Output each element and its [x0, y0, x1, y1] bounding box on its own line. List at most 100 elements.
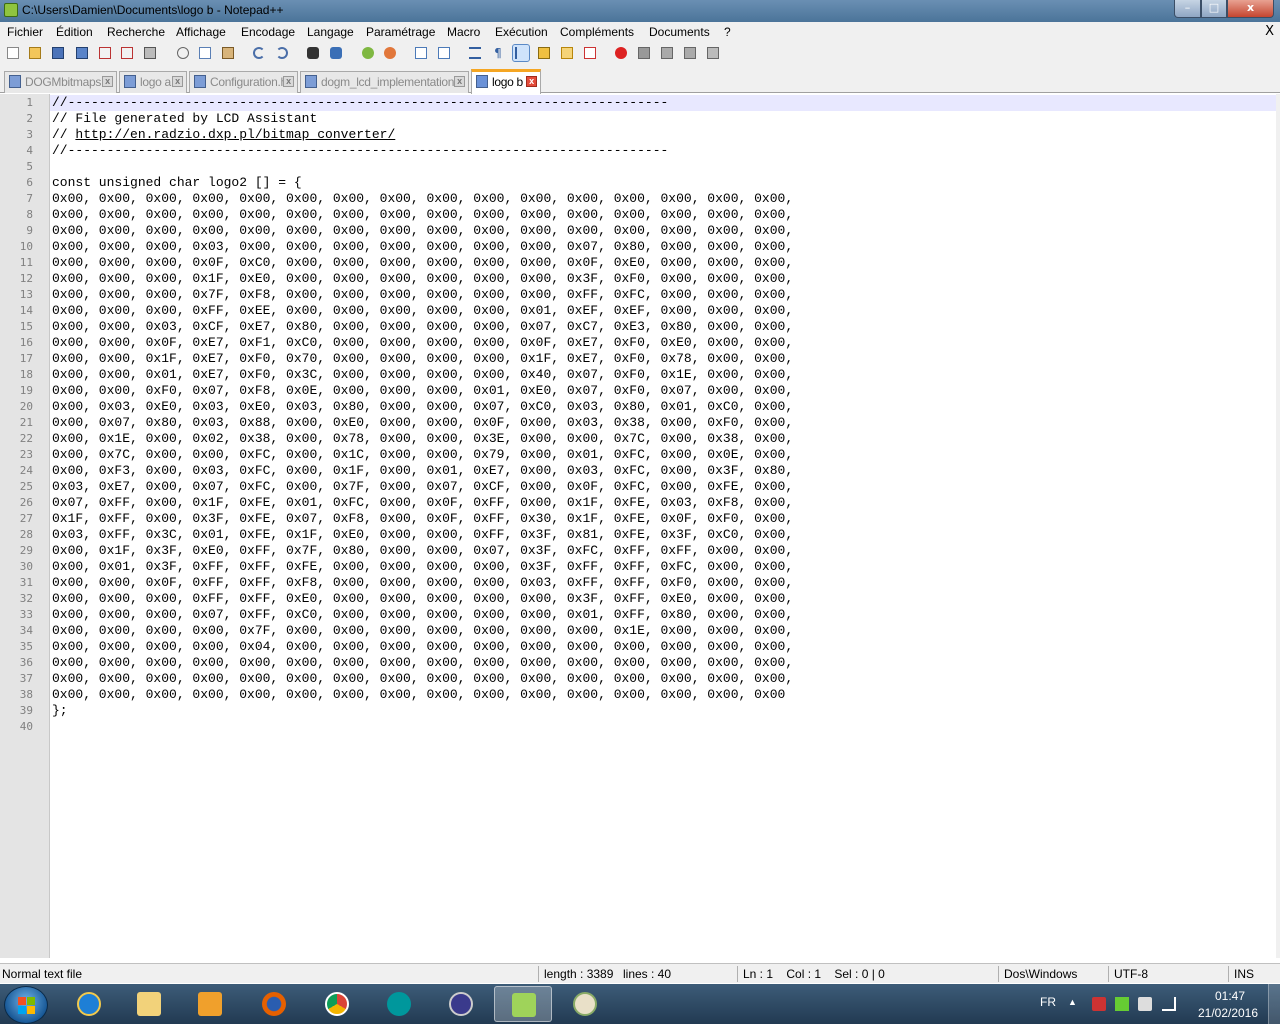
line-number[interactable]: 35 — [0, 639, 33, 655]
new-file-icon[interactable] — [5, 45, 21, 61]
indent-guide-icon[interactable] — [512, 44, 530, 62]
code-line[interactable]: //--------------------------------------… — [52, 143, 668, 159]
menu-complements[interactable]: Compléments — [560, 25, 634, 39]
code-line[interactable]: 0x00, 0x00, 0x03, 0xCF, 0xE7, 0x80, 0x00… — [52, 319, 793, 335]
tab-close-icon[interactable]: x — [526, 76, 537, 87]
editor[interactable]: 1 2 3 4 5 6 7 8 9 10 11 12 13 14 15 16 17 18 19 20 21 22 23 24 2… — [0, 94, 1280, 958]
code-line[interactable]: // http://en.radzio.dxp.pl/bitmap_conver… — [52, 127, 395, 143]
line-number[interactable]: 38 — [0, 687, 33, 703]
menu-encodage[interactable]: Encodage — [241, 25, 295, 39]
taskbar-notepad-plus-plus[interactable] — [494, 986, 552, 1022]
code-line[interactable]: 0x00, 0x07, 0x80, 0x03, 0x88, 0x00, 0xE0… — [52, 415, 793, 431]
code-line[interactable]: 0x00, 0x7C, 0x00, 0x00, 0xFC, 0x00, 0x1C… — [52, 447, 793, 463]
replace-icon[interactable] — [328, 45, 344, 61]
code-line[interactable]: 0x00, 0x01, 0x3F, 0xFF, 0xFF, 0xFE, 0x00… — [52, 559, 793, 575]
code-line[interactable]: 0x03, 0xFF, 0x3C, 0x01, 0xFE, 0x1F, 0xE0… — [52, 527, 793, 543]
undo-icon[interactable] — [251, 45, 267, 61]
tab-logo-a[interactable]: logo a x — [119, 71, 187, 93]
line-number[interactable]: 37 — [0, 671, 33, 687]
code-line[interactable]: 0x00, 0x00, 0x1F, 0xE7, 0xF0, 0x70, 0x00… — [52, 351, 793, 367]
run-macro-multiple-icon[interactable] — [682, 45, 698, 61]
line-number[interactable]: 36 — [0, 655, 33, 671]
code-line[interactable]: 0x00, 0x00, 0xF0, 0x07, 0xF8, 0x0E, 0x00… — [52, 383, 793, 399]
show-hidden-icons-icon[interactable]: ▲ — [1068, 997, 1082, 1011]
print-icon[interactable] — [142, 45, 158, 61]
code-line[interactable]: 0x00, 0x00, 0x00, 0x00, 0x00, 0x00, 0x00… — [52, 671, 793, 687]
code-line[interactable]: 0x00, 0x00, 0x00, 0x07, 0xFF, 0xC0, 0x00… — [52, 607, 793, 623]
tab-dogmbitmaps[interactable]: DOGMbitmaps.h x — [4, 71, 117, 93]
code-line[interactable]: 0x00, 0x00, 0x00, 0x00, 0x00, 0x00, 0x00… — [52, 207, 793, 223]
menu-recherche[interactable]: Recherche — [107, 25, 165, 39]
line-number[interactable]: 39 — [0, 703, 33, 719]
code-line[interactable]: 0x00, 0x03, 0xE0, 0x03, 0xE0, 0x03, 0x80… — [52, 399, 793, 415]
zoom-out-icon[interactable] — [382, 45, 398, 61]
close-document-button[interactable]: X — [1265, 24, 1274, 39]
line-number[interactable]: 10 — [0, 239, 33, 255]
line-number[interactable]: 7 — [0, 191, 33, 207]
doc-map-icon[interactable] — [559, 45, 575, 61]
code-line[interactable]: 0x07, 0xFF, 0x00, 0x1F, 0xFE, 0x01, 0xFC… — [52, 495, 793, 511]
tab-close-icon[interactable]: x — [172, 76, 183, 87]
line-number[interactable]: 17 — [0, 351, 33, 367]
word-wrap-icon[interactable] — [467, 45, 483, 61]
line-number[interactable]: 22 — [0, 431, 33, 447]
play-macro-icon[interactable] — [659, 45, 675, 61]
show-all-chars-icon[interactable]: ¶ — [490, 45, 506, 61]
code-line[interactable]: 0x00, 0x00, 0x00, 0x0F, 0xC0, 0x00, 0x00… — [52, 255, 793, 271]
menu-execution[interactable]: Exécution — [495, 25, 548, 39]
line-number[interactable]: 12 — [0, 271, 33, 287]
input-language[interactable]: FR — [1040, 995, 1056, 1009]
code-line[interactable]: 0x00, 0x00, 0x00, 0x7F, 0xF8, 0x00, 0x00… — [52, 287, 793, 303]
menu-macro[interactable]: Macro — [447, 25, 480, 39]
code-line[interactable]: 0x00, 0x00, 0x00, 0x00, 0x7F, 0x00, 0x00… — [52, 623, 793, 639]
line-number[interactable]: 8 — [0, 207, 33, 223]
line-number[interactable]: 9 — [0, 223, 33, 239]
code-line[interactable]: 0x00, 0x00, 0x00, 0x03, 0x00, 0x00, 0x00… — [52, 239, 793, 255]
line-number[interactable]: 27 — [0, 511, 33, 527]
taskbar-firefox[interactable] — [245, 986, 303, 1022]
clock-time[interactable]: 01:47 — [1200, 989, 1260, 1003]
zoom-in-icon[interactable] — [360, 45, 376, 61]
flag-alert-icon[interactable] — [1092, 997, 1106, 1011]
code-line[interactable]: }; — [52, 703, 68, 719]
code-line[interactable]: //--------------------------------------… — [52, 95, 668, 111]
menu-affichage[interactable]: Affichage — [176, 25, 226, 39]
code-line[interactable]: 0x00, 0x00, 0x00, 0xFF, 0xFF, 0xE0, 0x00… — [52, 591, 793, 607]
code-line[interactable]: 0x00, 0x00, 0x00, 0x00, 0x00, 0x00, 0x00… — [52, 223, 793, 239]
code-line[interactable]: 0x00, 0x1F, 0x3F, 0xE0, 0xFF, 0x7F, 0x80… — [52, 543, 793, 559]
line-number[interactable]: 23 — [0, 447, 33, 463]
line-number[interactable]: 25 — [0, 479, 33, 495]
cut-icon[interactable] — [175, 45, 191, 61]
code-line[interactable]: // File generated by LCD Assistant — [52, 111, 317, 127]
open-file-icon[interactable] — [27, 45, 43, 61]
taskbar-webcam-app[interactable] — [432, 986, 490, 1022]
line-number[interactable]: 4 — [0, 143, 33, 159]
line-number[interactable]: 30 — [0, 559, 33, 575]
redo-icon[interactable] — [274, 45, 290, 61]
line-number[interactable]: 34 — [0, 623, 33, 639]
menu-parametrage[interactable]: Paramétrage — [366, 25, 435, 39]
line-number[interactable]: 33 — [0, 607, 33, 623]
line-number[interactable]: 31 — [0, 575, 33, 591]
start-button[interactable] — [4, 986, 48, 1024]
code-line[interactable]: 0x00, 0x00, 0x00, 0x00, 0x04, 0x00, 0x00… — [52, 639, 793, 655]
code-line[interactable]: 0x00, 0xF3, 0x00, 0x03, 0xFC, 0x00, 0x1F… — [52, 463, 793, 479]
volume-muted-icon[interactable] — [1138, 997, 1152, 1011]
menu-documents[interactable]: Documents — [649, 25, 710, 39]
menu-edition[interactable]: Édition — [56, 25, 93, 39]
url-link[interactable]: http://en.radzio.dxp.pl/bitmap_converter… — [75, 127, 395, 142]
record-macro-icon[interactable] — [613, 45, 629, 61]
code-line[interactable]: 0x00, 0x00, 0x0F, 0xE7, 0xF1, 0xC0, 0x00… — [52, 335, 793, 351]
tab-logo-b[interactable]: logo b x — [471, 69, 541, 94]
line-number[interactable]: 26 — [0, 495, 33, 511]
code-line[interactable]: 0x00, 0x00, 0x00, 0xFF, 0xEE, 0x00, 0x00… — [52, 303, 793, 319]
line-number[interactable]: 24 — [0, 463, 33, 479]
code-line[interactable]: 0x00, 0x1E, 0x00, 0x02, 0x38, 0x00, 0x78… — [52, 431, 793, 447]
tab-close-icon[interactable]: x — [454, 76, 465, 87]
line-number[interactable]: 20 — [0, 399, 33, 415]
tab-close-icon[interactable]: x — [102, 76, 113, 87]
line-number[interactable]: 28 — [0, 527, 33, 543]
taskbar-arduino[interactable] — [370, 986, 428, 1022]
line-number[interactable]: 2 — [0, 111, 33, 127]
line-number[interactable]: 15 — [0, 319, 33, 335]
